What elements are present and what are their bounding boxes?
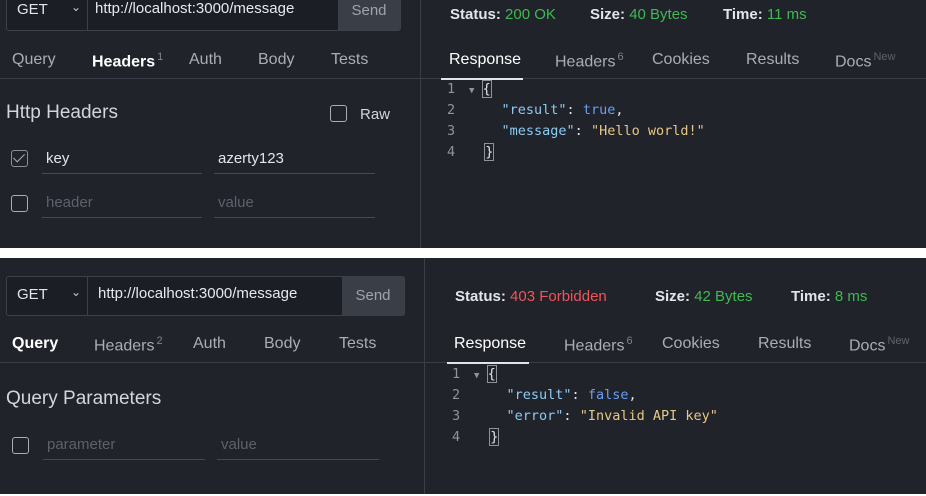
param-value-input[interactable]: value	[221, 436, 257, 453]
field-underline	[217, 459, 379, 460]
size-value: 40 Bytes	[629, 6, 688, 23]
request-pane: GET ⌄ http://localhost:3000/message Send…	[0, 258, 424, 494]
fold-arrow-icon[interactable]: ▼	[469, 86, 474, 96]
tab-tests[interactable]: Tests	[339, 335, 376, 353]
header-name-input[interactable]: header	[46, 194, 93, 211]
code-line: 3 "error": "Invalid API key"	[452, 408, 718, 424]
chevron-down-icon: ⌄	[70, 0, 81, 14]
response-pane: Status: 403 Forbidden Size: 42 Bytes Tim…	[425, 258, 926, 494]
raw-label: Raw	[360, 106, 391, 123]
chevron-down-icon: ⌄	[70, 285, 81, 299]
param-name-input[interactable]: parameter	[47, 436, 115, 453]
status-code: 403 Forbidden	[510, 288, 607, 305]
tab-response[interactable]: Response	[454, 335, 526, 353]
header-value-field[interactable]: azerty123	[218, 150, 284, 167]
tab-results[interactable]: Results	[758, 335, 811, 353]
headers-count-badge: 2	[156, 335, 163, 347]
url-input[interactable]: http://localhost:3000/message	[98, 285, 297, 302]
method-label: GET	[17, 286, 48, 303]
field-underline	[42, 217, 202, 218]
response-size: Size: 42 Bytes	[655, 288, 753, 305]
url-bar: GET ⌄ http://localhost:3000/message Send	[6, 276, 405, 316]
code-line: 1 ▼ {	[447, 80, 492, 98]
header-name-field[interactable]: key	[46, 150, 69, 167]
field-underline	[43, 459, 205, 460]
field-underline	[214, 217, 375, 218]
field-underline	[214, 173, 375, 174]
headers-count-badge: 1	[157, 51, 164, 63]
request-pane: GET ⌄ http://localhost:3000/message Send…	[0, 0, 420, 248]
tab-results[interactable]: Results	[746, 51, 799, 69]
tab-cookies[interactable]: Cookies	[662, 335, 720, 353]
tab-response[interactable]: Response	[449, 51, 521, 69]
header-value-input[interactable]: value	[218, 194, 254, 211]
section-title: Query Parameters	[6, 388, 162, 409]
url-bar: GET ⌄ http://localhost:3000/message Send	[6, 0, 401, 31]
tab-headers[interactable]: Headers 2	[94, 335, 163, 355]
time-value: 8 ms	[834, 288, 868, 305]
tab-query[interactable]: Query	[12, 335, 58, 353]
tab-response-headers[interactable]: Headers 6	[564, 335, 633, 355]
tab-divider	[0, 78, 420, 79]
tab-query[interactable]: Query	[12, 51, 56, 69]
response-time: Time: 11 ms	[723, 6, 807, 23]
time-value: 11 ms	[766, 6, 807, 23]
response-status: Status: 200 OK	[450, 6, 556, 23]
method-label: GET	[17, 1, 48, 18]
code-line: 4 }	[447, 143, 495, 161]
response-size: Size: 40 Bytes	[590, 6, 688, 23]
tab-body[interactable]: Body	[258, 51, 294, 69]
header-row-checkbox[interactable]	[11, 150, 28, 167]
send-button[interactable]: Send	[338, 0, 400, 30]
code-line: 4 }	[452, 428, 500, 446]
response-pane: Status: 200 OK Size: 40 Bytes Time: 11 m…	[421, 0, 926, 248]
param-row-checkbox[interactable]	[12, 437, 29, 454]
code-line: 3 "message": "Hello world!"	[447, 123, 705, 139]
tab-auth[interactable]: Auth	[193, 335, 226, 353]
method-select[interactable]: GET ⌄	[7, 0, 88, 30]
tab-docs[interactable]: Docs New	[835, 51, 895, 71]
response-time: Time: 8 ms	[791, 288, 868, 305]
tab-cookies[interactable]: Cookies	[652, 51, 710, 69]
field-underline	[42, 173, 202, 174]
raw-checkbox[interactable]	[330, 105, 347, 122]
section-title: Http Headers	[6, 102, 118, 123]
request-panel-1: GET ⌄ http://localhost:3000/message Send…	[0, 0, 926, 248]
code-line: 2 "result": true,	[447, 102, 624, 118]
fold-arrow-icon[interactable]: ▼	[474, 371, 479, 381]
tab-auth[interactable]: Auth	[189, 51, 222, 69]
status-code: 200 OK	[505, 6, 556, 23]
tab-tests[interactable]: Tests	[331, 51, 368, 69]
tab-headers[interactable]: Headers 1	[92, 51, 163, 71]
code-line: 1 ▼ {	[452, 365, 497, 383]
response-status: Status: 403 Forbidden	[455, 288, 607, 305]
code-line: 2 "result": false,	[452, 387, 637, 403]
tab-divider	[0, 362, 424, 363]
request-panel-2: GET ⌄ http://localhost:3000/message Send…	[0, 258, 926, 494]
tab-body[interactable]: Body	[264, 335, 300, 353]
size-value: 42 Bytes	[694, 288, 753, 305]
send-button[interactable]: Send	[342, 277, 404, 315]
url-input[interactable]: http://localhost:3000/message	[95, 0, 294, 17]
tab-response-headers[interactable]: Headers 6	[555, 51, 624, 71]
method-select[interactable]: GET ⌄	[7, 277, 88, 315]
tab-docs[interactable]: Docs New	[849, 335, 909, 355]
header-row-checkbox[interactable]	[11, 195, 28, 212]
